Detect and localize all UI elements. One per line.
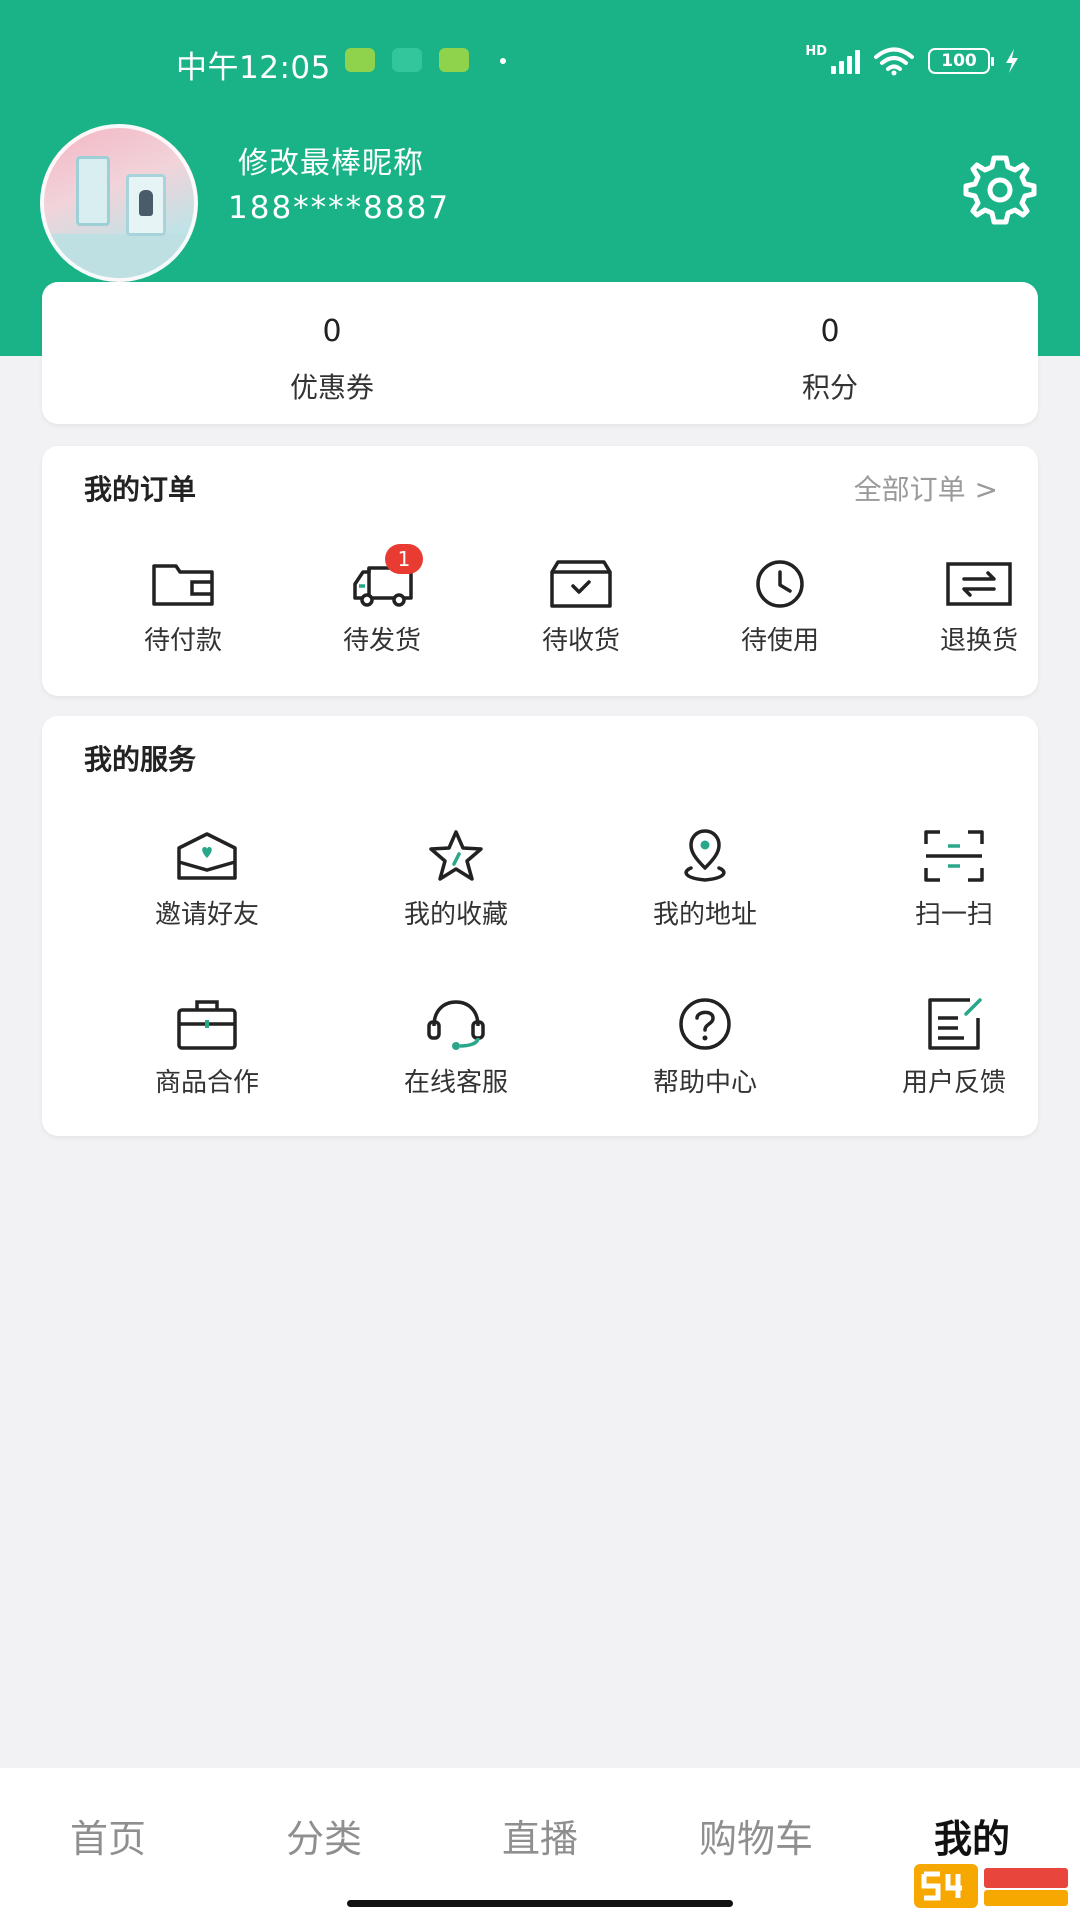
home-indicator[interactable] [347,1900,733,1907]
service-invite-friends[interactable]: 邀请好友 [107,828,307,931]
avatar[interactable] [40,124,198,282]
orders-title: 我的订单 [84,473,197,506]
status-time: 中午12:05 [176,50,331,86]
service-label: 在线客服 [403,1068,508,1098]
headset-icon [427,1000,485,1050]
shield-notification-icon [392,48,422,72]
order-pending-receipt[interactable]: 待收货 [506,558,656,657]
pending-shipment-badge: 1 [385,544,423,574]
coupon-count: 0 [322,314,342,349]
all-orders-link[interactable]: 全部订单 > [854,468,998,508]
download-notification-icon [439,48,469,72]
wifi-icon [874,47,914,76]
nickname[interactable]: 修改最棒昵称 [238,138,424,182]
service-favorites[interactable]: 我的收藏 [356,828,556,931]
charging-icon [1006,49,1018,73]
service-help-center[interactable]: 帮助中心 [605,996,805,1099]
points-stat[interactable]: 0 积分 [710,312,950,406]
status-bar: 中午12:05 HD 100 [0,36,1080,86]
service-feedback[interactable]: 用户反馈 [854,996,1054,1099]
star-icon [429,830,483,881]
order-label: 待付款 [143,626,222,656]
briefcase-icon [177,1000,237,1050]
order-pending-shipment[interactable]: 1 待发货 [307,544,457,657]
points-count: 0 [820,314,840,349]
order-return-exchange[interactable]: 退换货 [904,558,1054,657]
services-title: 我的服务 [84,743,197,776]
clock-icon [756,560,804,608]
service-label: 扫一扫 [914,900,993,930]
service-label: 我的收藏 [403,900,508,930]
help-icon [679,998,731,1050]
status-right-group: HD 100 [805,44,1020,78]
order-label: 待收货 [541,626,620,656]
service-label: 商品合作 [154,1068,259,1098]
signal-icon [831,48,860,74]
order-label: 待使用 [740,626,819,656]
nav-category[interactable]: 分类 [234,1808,414,1863]
scan-icon [924,830,984,882]
battery-indicator: 100 [928,48,994,74]
package-icon [550,560,612,608]
nav-cart[interactable]: 购物车 [666,1808,846,1863]
phone-number: 188****8887 [228,190,451,226]
nav-mine[interactable]: 我的 [882,1808,1062,1863]
order-label: 退换货 [939,626,1018,656]
location-pin-icon [684,829,726,882]
service-label: 邀请好友 [154,900,259,930]
more-notifications-dot [500,58,506,64]
site-watermark-logo [914,1864,1068,1908]
feedback-icon [928,998,982,1050]
service-cooperation[interactable]: 商品合作 [107,996,307,1099]
nav-live[interactable]: 直播 [450,1808,630,1863]
stats-card: 0 优惠券 0 积分 [42,282,1038,424]
network-type-label: HD [805,44,827,59]
exchange-icon [946,562,1012,606]
order-label: 待发货 [342,626,421,656]
points-label: 积分 [801,371,858,404]
order-pending-payment[interactable]: 待付款 [108,558,258,657]
coupon-stat[interactable]: 0 优惠券 [212,312,452,406]
envelope-heart-icon [177,832,237,880]
orders-card: 我的订单 全部订单 > 待付款 1 待发货 待收货 待使用 退换货 [42,446,1038,696]
service-scan[interactable]: 扫一扫 [854,828,1054,931]
order-pending-use[interactable]: 待使用 [705,558,855,657]
service-label: 帮助中心 [652,1068,757,1098]
wallet-icon [152,564,214,606]
nav-home[interactable]: 首页 [18,1808,198,1863]
settings-gear-icon[interactable] [960,150,1040,230]
service-label: 我的地址 [652,900,757,930]
service-customer-support[interactable]: 在线客服 [356,996,556,1099]
profile-page: 中午12:05 HD 100 修改最棒昵称 188****8887 0 优惠券 … [0,0,1080,1920]
service-label: 用户反馈 [901,1068,1006,1098]
coupon-label: 优惠券 [289,371,374,404]
service-address[interactable]: 我的地址 [605,828,805,931]
services-card: 我的服务 邀请好友 我的收藏 我的地址 扫一扫 商品合作 在线客服 帮助中心 用… [42,716,1038,1136]
app-notification-icon [345,48,375,72]
